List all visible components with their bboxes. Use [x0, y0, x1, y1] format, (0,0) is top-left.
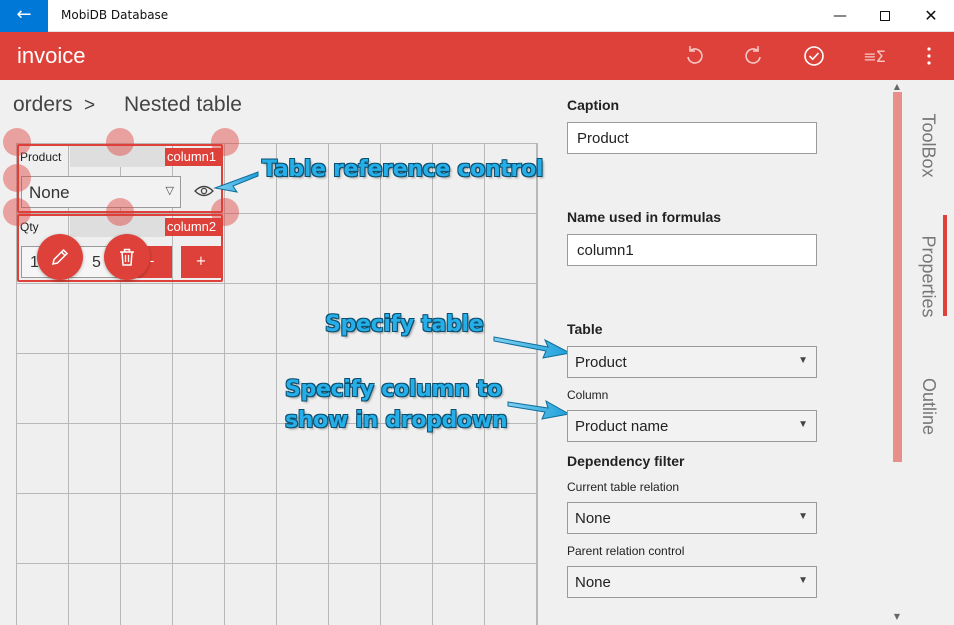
minimize-icon: —: [833, 8, 847, 24]
formula-name-label: Name used in formulas: [567, 209, 722, 225]
edit-control-button[interactable]: [37, 234, 83, 280]
parent-relation-value: None: [575, 574, 611, 591]
page-title: invoice: [17, 43, 86, 68]
tab-toolbox-label: ToolBox: [919, 112, 940, 178]
scrollbar-thumb[interactable]: [893, 92, 902, 462]
trash-icon: [120, 248, 134, 266]
parent-relation-label: Parent relation control: [567, 544, 685, 558]
tab-properties-label: Properties: [919, 234, 940, 318]
resize-handle[interactable]: [211, 198, 239, 226]
current-relation-select[interactable]: None ▼: [567, 502, 817, 534]
view-reference-button[interactable]: [193, 181, 215, 201]
undo-icon: [687, 46, 703, 64]
more-icon: [927, 47, 931, 65]
dependency-filter-heading: Dependency filter: [567, 453, 685, 469]
table-label: Table: [567, 321, 603, 337]
annotation-specify-column: Specify column to show in dropdown: [285, 374, 508, 436]
window-title: MobiDB Database: [61, 8, 169, 22]
caption-input[interactable]: Product: [567, 122, 817, 154]
formula-name-input[interactable]: column1: [567, 234, 817, 266]
breadcrumb-separator: >: [84, 95, 96, 116]
maximize-button[interactable]: [862, 0, 908, 32]
redo-button[interactable]: [730, 32, 776, 80]
chevron-down-icon: ▽: [165, 185, 174, 197]
product-reference-dropdown[interactable]: None ▽: [21, 176, 181, 208]
undo-button[interactable]: [672, 32, 718, 80]
annotation-specify-column-line2: show in dropdown: [285, 408, 508, 433]
window-titlebar: ← MobiDB Database — ✕: [0, 0, 954, 32]
annotation-specify-table: Specify table: [325, 312, 484, 337]
current-relation-label: Current table relation: [567, 480, 680, 494]
resize-handle[interactable]: [106, 128, 134, 156]
product-reference-value: None: [29, 183, 70, 202]
chevron-down-icon: ▼: [798, 575, 808, 586]
chevron-down-icon: ▼: [798, 355, 808, 366]
qty-value-end: 5: [92, 254, 101, 271]
tab-outline-label: Outline: [919, 377, 940, 435]
scroll-down-icon[interactable]: ▼: [891, 612, 903, 622]
pencil-icon: [52, 248, 69, 265]
tab-toolbox[interactable]: ToolBox: [903, 112, 954, 178]
close-icon: ✕: [924, 6, 938, 25]
caption-label: Caption: [567, 97, 620, 113]
resize-handle[interactable]: [3, 198, 31, 226]
resize-handle[interactable]: [3, 128, 31, 156]
eye-icon: [194, 185, 214, 197]
scroll-up-icon[interactable]: ▲: [891, 82, 903, 92]
resize-handle[interactable]: [3, 164, 31, 192]
breadcrumb-orders[interactable]: orders: [13, 93, 73, 117]
more-button[interactable]: [906, 32, 952, 80]
check-icon: [804, 46, 824, 66]
breadcrumb-current: Nested table: [124, 93, 242, 116]
parent-relation-select[interactable]: None ▼: [567, 566, 817, 598]
tab-outline[interactable]: Outline: [903, 374, 954, 438]
back-arrow-icon: ←: [16, 4, 32, 25]
close-button[interactable]: ✕: [908, 0, 954, 32]
table-select[interactable]: Product ▼: [567, 346, 817, 378]
qty-increment-button[interactable]: +: [181, 246, 221, 278]
back-button[interactable]: ←: [0, 0, 48, 32]
annotation-table-reference: Table reference control: [262, 157, 544, 182]
minimize-button[interactable]: —: [817, 0, 863, 32]
maximize-icon: [880, 11, 890, 21]
column-label: Column: [567, 388, 609, 402]
tab-properties[interactable]: Properties: [903, 232, 954, 320]
table-select-value: Product: [575, 354, 627, 371]
annotation-specify-column-line1: Specify column to: [285, 377, 502, 402]
app-bar: invoice ≡Σ: [0, 32, 954, 80]
column-select-value: Product name: [575, 418, 669, 435]
save-check-button[interactable]: [791, 32, 837, 80]
chevron-down-icon: ▼: [798, 511, 808, 522]
redo-icon: [745, 46, 761, 64]
formula-button[interactable]: ≡Σ: [851, 32, 897, 80]
resize-handle[interactable]: [211, 128, 239, 156]
current-relation-value: None: [575, 510, 611, 527]
resize-handle[interactable]: [106, 198, 134, 226]
column-select[interactable]: Product name ▼: [567, 410, 817, 442]
formula-icon: ≡Σ: [863, 46, 885, 66]
chevron-down-icon: ▼: [798, 419, 808, 430]
delete-control-button[interactable]: [104, 234, 150, 280]
